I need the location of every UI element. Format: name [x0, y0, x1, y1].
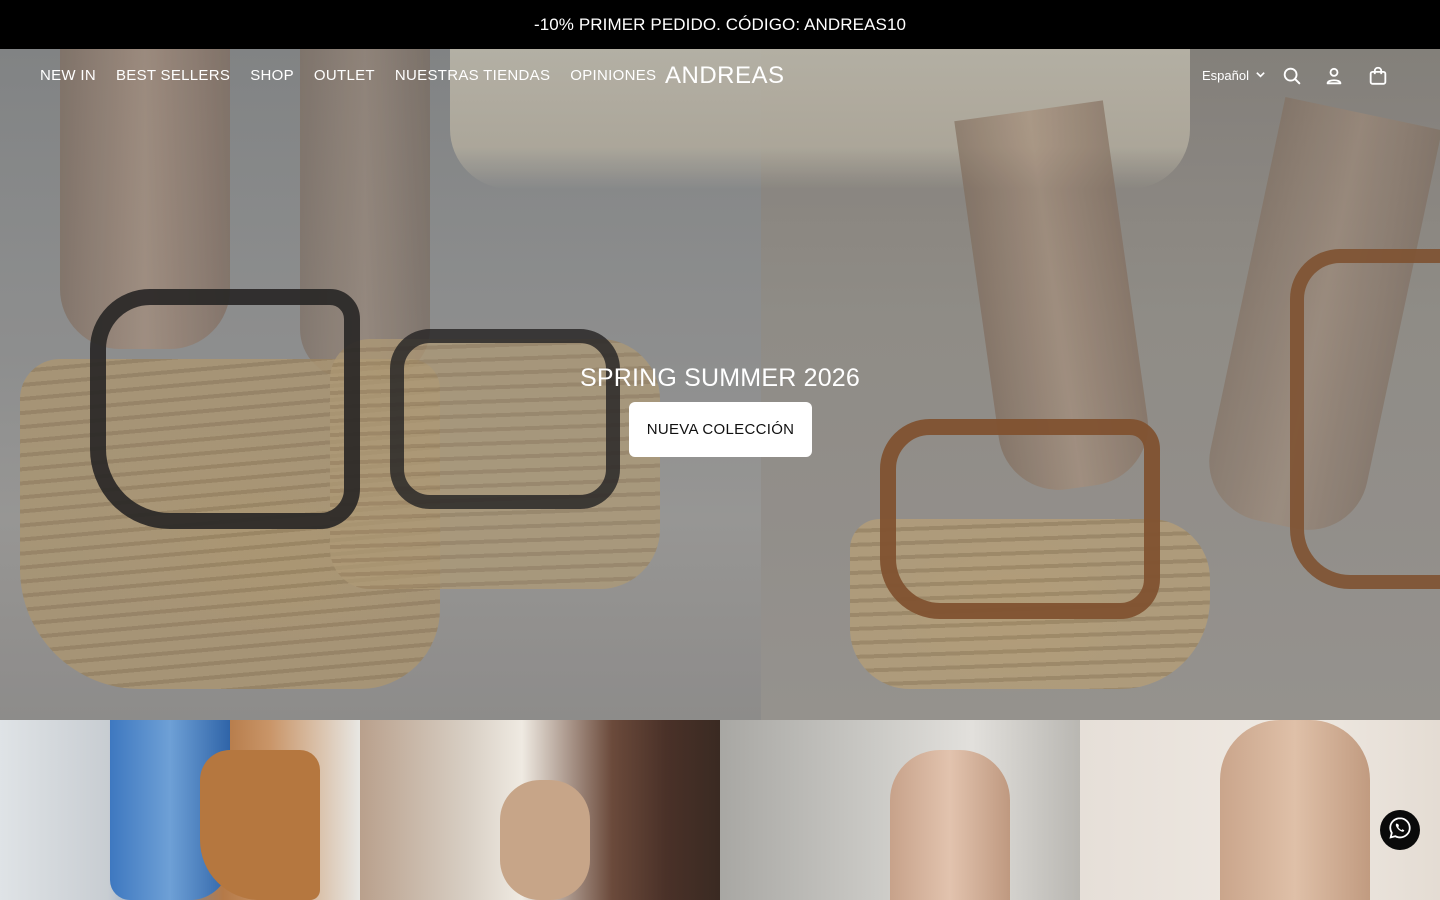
- announcement-bar[interactable]: -10% PRIMER PEDIDO. CÓDIGO: ANDREAS10: [0, 0, 1440, 49]
- language-selector[interactable]: Español: [1202, 68, 1266, 83]
- language-label: Español: [1202, 68, 1249, 83]
- hero-title: SPRING SUMMER 2026: [579, 364, 861, 392]
- site-header: NEW IN BEST SELLERS SHOP OUTLET NUESTRAS…: [0, 49, 1440, 105]
- search-icon[interactable]: [1281, 65, 1303, 87]
- nav-item-best-sellers[interactable]: BEST SELLERS: [116, 67, 230, 84]
- brand-logo[interactable]: ANDREAS: [665, 62, 785, 90]
- loafers-tile[interactable]: [360, 720, 720, 900]
- category-tiles: [0, 720, 1440, 900]
- new-collection-button[interactable]: NUEVA COLECCIÓN: [629, 402, 812, 457]
- nav-item-stores[interactable]: NUESTRAS TIENDAS: [395, 67, 550, 84]
- boots-tile[interactable]: [0, 720, 360, 900]
- nav-item-new-in[interactable]: NEW IN: [40, 67, 96, 84]
- whatsapp-icon: [1387, 815, 1413, 846]
- nav-item-shop[interactable]: SHOP: [250, 67, 294, 84]
- whatsapp-button[interactable]: [1380, 810, 1420, 850]
- cart-icon[interactable]: [1367, 65, 1389, 87]
- account-icon[interactable]: [1323, 65, 1345, 87]
- flats-tile[interactable]: [1080, 720, 1440, 900]
- main-nav: NEW IN BEST SELLERS SHOP OUTLET NUESTRAS…: [40, 67, 676, 84]
- sandals-tile[interactable]: [720, 720, 1080, 900]
- nav-item-reviews[interactable]: OPINIONES: [570, 67, 656, 84]
- chevron-down-icon: [1255, 68, 1266, 83]
- nav-item-outlet[interactable]: OUTLET: [314, 67, 375, 84]
- announcement-text: -10% PRIMER PEDIDO. CÓDIGO: ANDREAS10: [533, 14, 907, 34]
